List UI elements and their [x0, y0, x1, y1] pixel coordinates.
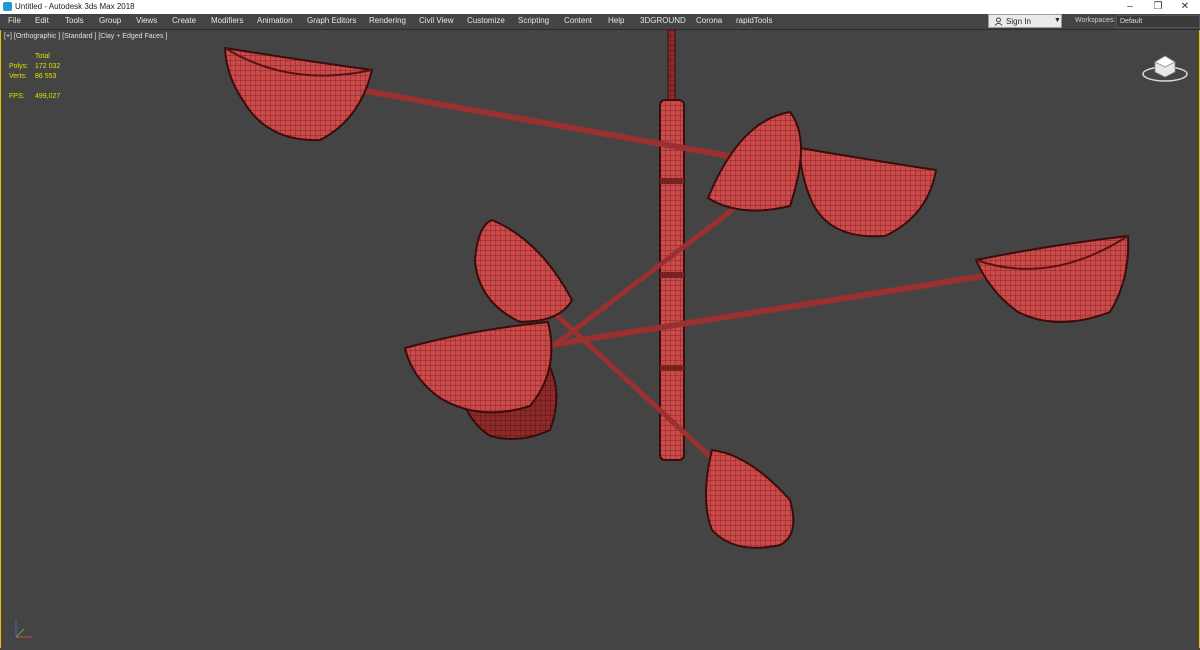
- title-bar: Untitled - Autodesk 3ds Max 2018 – ❐ ✕: [0, 0, 1200, 14]
- window-title: Untitled - Autodesk 3ds Max 2018: [15, 2, 135, 11]
- stats-verts-label: Verts:: [9, 73, 27, 80]
- sign-in-dropdown[interactable]: Sign In ▼: [988, 14, 1062, 28]
- menu-edit[interactable]: Edit: [35, 16, 49, 25]
- menu-civil-view[interactable]: Civil View: [419, 16, 454, 25]
- viewport-label[interactable]: [+] [Orthographic ] [Standard ] [Clay + …: [4, 33, 167, 40]
- lamp-shade-left-upper: [473, 218, 574, 324]
- menu-3dground[interactable]: 3DGROUND: [640, 16, 686, 25]
- menu-file[interactable]: File: [8, 16, 21, 25]
- menu-views[interactable]: Views: [136, 16, 157, 25]
- menu-rapidtools[interactable]: rapidTools: [736, 16, 772, 25]
- stats-polys-label: Polys:: [9, 63, 29, 70]
- workspaces-label: Workspaces:: [1075, 17, 1116, 24]
- app-icon: [3, 2, 12, 11]
- menu-scripting[interactable]: Scripting: [518, 16, 549, 25]
- menu-help[interactable]: Help: [608, 16, 624, 25]
- menu-animation[interactable]: Animation: [257, 16, 293, 25]
- workspaces-value: Default: [1120, 18, 1143, 25]
- close-button[interactable]: ✕: [1172, 0, 1198, 14]
- menu-tools[interactable]: Tools: [65, 16, 84, 25]
- stats-fps-label: FPS:: [9, 93, 25, 100]
- menu-modifiers[interactable]: Modifiers: [211, 16, 243, 25]
- axis-tripod-icon: [15, 619, 32, 638]
- stats-fps-value: 499,027: [35, 93, 61, 100]
- menu-create[interactable]: Create: [172, 16, 196, 25]
- lamp-shade-right: [974, 234, 1130, 323]
- stats-verts-value: 86 553: [35, 73, 57, 80]
- lamp-shade-bottom: [705, 448, 795, 549]
- stats-polys-value: 172 032: [35, 63, 61, 70]
- menu-graph-editors[interactable]: Graph Editors: [307, 16, 356, 25]
- central-column: [659, 30, 685, 461]
- restore-button[interactable]: ❐: [1145, 0, 1171, 14]
- lamp-shade-left-lower: [403, 320, 558, 440]
- stats-total-label: Total: [35, 53, 50, 60]
- menu-rendering[interactable]: Rendering: [369, 16, 406, 25]
- viewcube-icon[interactable]: [1140, 50, 1190, 84]
- model-scene[interactable]: [0, 30, 1200, 650]
- user-icon: [994, 17, 1003, 26]
- lamp-shade-right-upper: [706, 110, 938, 238]
- minimize-button[interactable]: –: [1117, 0, 1143, 14]
- viewport[interactable]: [+] [Orthographic ] [Standard ] [Clay + …: [0, 30, 1200, 650]
- menu-corona[interactable]: Corona: [696, 16, 722, 25]
- chevron-down-icon: ▼: [1054, 17, 1061, 24]
- lamp-shade-top-left: [223, 46, 374, 142]
- menu-customize[interactable]: Customize: [467, 16, 505, 25]
- menu-content[interactable]: Content: [564, 16, 592, 25]
- sign-in-label: Sign In: [1006, 17, 1031, 26]
- menu-group[interactable]: Group: [99, 16, 121, 25]
- workspaces-select[interactable]: Default: [1116, 15, 1200, 28]
